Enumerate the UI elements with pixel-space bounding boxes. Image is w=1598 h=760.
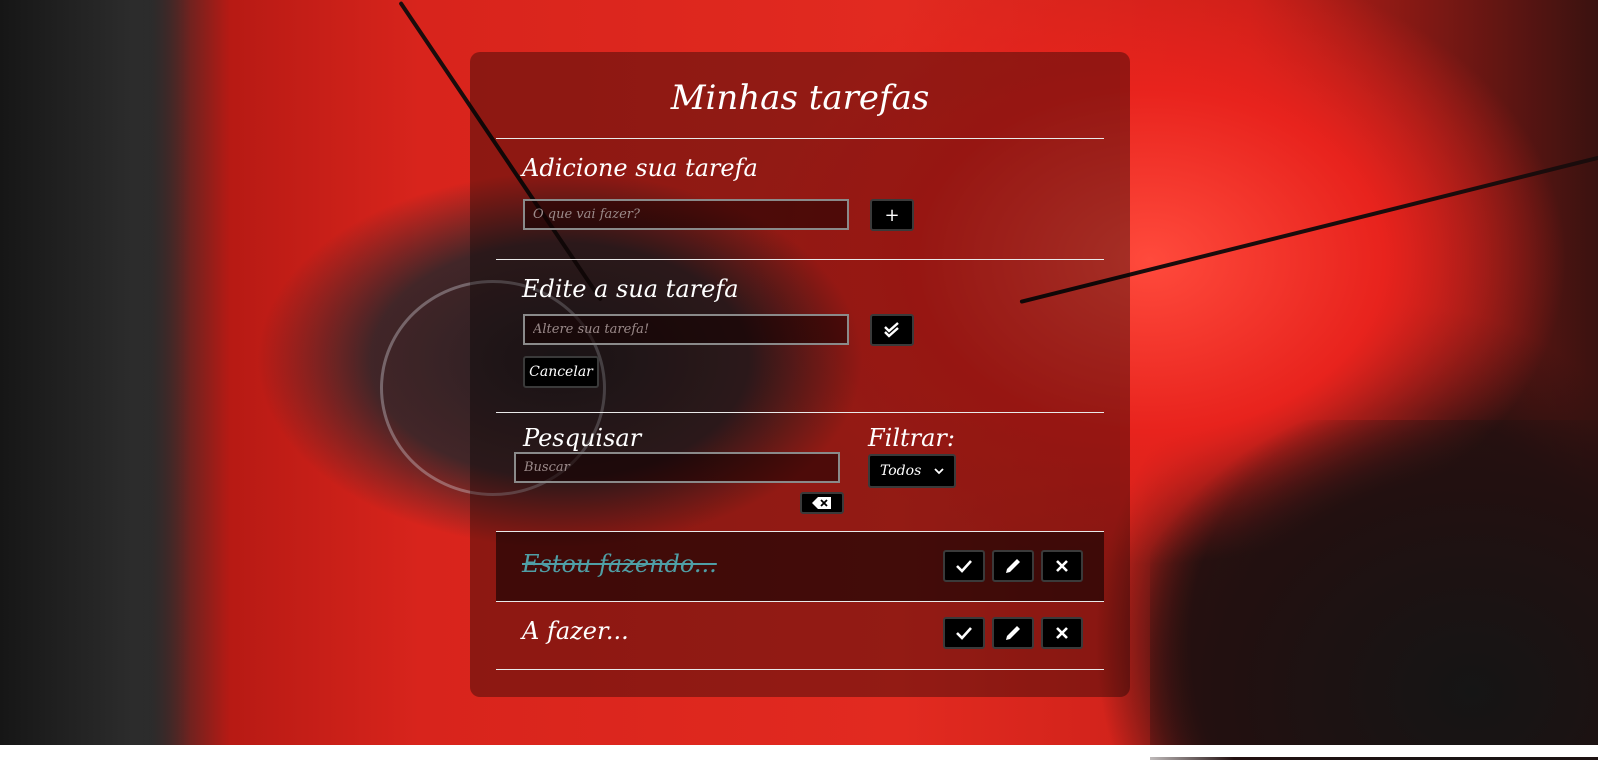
check-icon — [956, 627, 972, 640]
double-check-icon — [884, 322, 899, 338]
add-task-button[interactable]: + — [870, 199, 914, 231]
todo-card: Minhas tarefas Adicione sua tarefa + Edi… — [470, 52, 1130, 697]
background-wheel-area — [1150, 420, 1598, 760]
remove-todo-button[interactable] — [1041, 617, 1083, 649]
page-title: Minhas tarefas — [670, 78, 930, 118]
divider — [496, 259, 1104, 260]
add-task-input[interactable] — [523, 199, 849, 230]
cancel-edit-button[interactable]: Cancelar — [523, 356, 599, 388]
page-bottom-strip — [0, 745, 1598, 757]
edit-task-label: Edite a sua tarefa — [522, 275, 739, 303]
check-icon — [956, 560, 972, 573]
todo-text: A fazer... — [522, 617, 629, 645]
divider — [496, 138, 1104, 139]
pencil-icon — [1006, 559, 1020, 573]
filter-label: Filtrar: — [868, 424, 955, 452]
complete-todo-button[interactable] — [943, 617, 985, 649]
close-icon — [1056, 560, 1068, 572]
todo-text: Estou fazendo... — [522, 550, 717, 578]
background-shadow-left — [0, 0, 190, 757]
todo-item: Estou fazendo... — [496, 532, 1104, 601]
edit-todo-button[interactable] — [992, 617, 1034, 649]
remove-todo-button[interactable] — [1041, 550, 1083, 582]
add-task-label: Adicione sua tarefa — [522, 154, 758, 182]
close-icon — [1056, 627, 1068, 639]
divider — [496, 412, 1104, 413]
divider — [496, 669, 1104, 670]
chevron-down-icon — [934, 468, 944, 475]
pencil-icon — [1006, 626, 1020, 640]
filter-select[interactable]: Todos — [868, 454, 956, 488]
search-input[interactable] — [514, 452, 840, 483]
filter-selected-value: Todos — [880, 463, 922, 479]
todo-item: A fazer... — [496, 602, 1104, 671]
edit-todo-button[interactable] — [992, 550, 1034, 582]
confirm-edit-button[interactable] — [870, 314, 914, 346]
clear-search-button[interactable] — [800, 492, 844, 514]
backspace-icon — [812, 497, 831, 509]
search-label: Pesquisar — [523, 424, 642, 452]
edit-task-input[interactable] — [523, 314, 849, 345]
complete-todo-button[interactable] — [943, 550, 985, 582]
